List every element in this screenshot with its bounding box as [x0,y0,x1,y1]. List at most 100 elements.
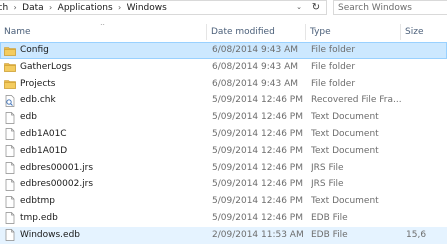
column-header-type-label: Type [310,27,331,37]
file-row[interactable]: edbres00002.jrs 5/09/2014 12:46 PM JRS F… [0,176,447,193]
file-date: 5/09/2014 12:46 PM [212,112,303,123]
file-name-cell: GatherLogs [4,60,204,75]
refresh-icon[interactable]: ↻ [308,1,324,14]
file-date: 6/08/2014 9:43 AM [212,45,299,55]
column-header-date-label: Date modified [211,27,275,37]
file-name-cell: edb1A01D [4,144,204,159]
file-row[interactable]: Projects 6/08/2014 9:43 AM File folder [0,76,447,93]
file-name-cell: edbres00002.jrs [4,177,204,192]
file-name: edb1A01C [20,128,67,139]
breadcrumb-separator-icon[interactable]: › [9,3,21,12]
file-name: Windows.edb [20,229,80,240]
folder-icon [4,61,16,73]
file-date: 5/09/2014 12:46 PM [212,95,303,106]
file-row[interactable]: GatherLogs 6/08/2014 9:43 AM File folder [0,59,447,76]
file-name-cell: edbtmp [4,194,204,209]
file-type: Text Document [311,112,379,123]
file-row[interactable]: edb1A01C 5/09/2014 12:46 PM Text Documen… [0,126,447,143]
file-date: 2/09/2014 11:53 AM [212,229,304,240]
file-size [406,127,447,142]
file-row[interactable]: edb1A01D 5/09/2014 12:46 PM Text Documen… [0,143,447,160]
file-icon [4,111,16,124]
file-row[interactable]: edb.chk 5/09/2014 12:46 PM Recovered Fil… [0,92,447,109]
file-date: 6/08/2014 9:43 AM [212,78,299,89]
breadcrumb-applications[interactable]: Applications [57,1,114,14]
file-date: 5/09/2014 12:46 PM [212,162,303,173]
address-row: rch › Data › Applications › Windows ⌄ ↻ [0,0,447,17]
file-name-cell: Config [4,43,204,58]
breadcrumb-windows[interactable]: Windows [126,1,168,14]
file-type: Recovered File Fra... [311,95,402,106]
file-size [406,110,447,125]
column-header-date-modified[interactable]: Date modified [207,24,306,40]
file-row[interactable]: edbtmp 5/09/2014 12:46 PM Text Document [0,193,447,210]
column-header-type[interactable]: Type [306,24,401,40]
file-row[interactable]: tmp.edb 5/09/2014 12:46 PM EDB File [0,210,447,227]
file-icon [4,145,16,158]
file-size [406,77,447,92]
file-date: 5/09/2014 12:46 PM [212,145,303,156]
column-header: Name ^ Date modified Type Size [0,24,447,40]
file-size [406,60,447,75]
file-date: 5/09/2014 12:46 PM [212,128,303,139]
search-box[interactable] [333,0,447,15]
file-list: Config 6/08/2014 9:43 AM File folder Gat… [0,42,447,244]
file-icon [4,179,16,191]
file-name-cell: edbres00001.jrs [4,161,204,176]
address-bar[interactable]: rch › Data › Applications › Windows ⌄ ↻ [0,0,327,15]
file-icon [4,212,16,225]
file-row[interactable]: edb 5/09/2014 12:46 PM Text Document [0,109,447,126]
file-icon [4,128,16,141]
file-name-cell: edb.chk [4,93,204,108]
file-size [406,211,447,226]
file-date: 5/09/2014 12:46 PM [212,179,303,190]
file-name: edbtmp [20,196,55,207]
file-icon [4,229,16,242]
address-history-dropdown-icon[interactable]: ⌄ [292,1,306,14]
file-type: Text Document [311,128,379,139]
column-header-size[interactable]: Size [401,24,447,40]
breadcrumb-data[interactable]: Data [21,1,45,14]
file-icon [4,162,16,174]
file-row[interactable]: edbres00001.jrs 5/09/2014 12:46 PM JRS F… [0,160,447,177]
file-size [406,43,447,58]
file-name-cell: Projects [4,77,204,92]
search-input[interactable] [338,2,446,13]
file-explorer-window: rch › Data › Applications › Windows ⌄ ↻ … [0,0,447,251]
file-name: tmp.edb [20,212,58,223]
column-header-name[interactable]: Name ^ [0,24,207,40]
file-name: edb [20,112,37,123]
file-size: 15,6 [406,229,427,240]
column-header-size-label: Size [405,27,424,37]
column-header-name-label: Name [4,27,31,37]
file-row[interactable]: Windows.edb 2/09/2014 11:53 AM EDB File … [0,226,447,244]
file-row[interactable]: Config 6/08/2014 9:43 AM File folder [0,42,447,59]
chk-file-icon [4,95,16,107]
file-type: JRS File [311,162,344,173]
file-type: EDB File [311,229,348,240]
file-date: 5/09/2014 12:46 PM [212,196,303,207]
file-name: edb.chk [20,95,56,106]
file-date: 6/08/2014 9:43 AM [212,61,299,72]
file-type: File folder [311,61,356,72]
file-size [406,161,447,176]
folder-icon [4,78,16,90]
breadcrumb-separator-icon[interactable]: › [45,3,57,12]
file-size [406,93,447,108]
file-name-cell: tmp.edb [4,211,204,226]
breadcrumb-search[interactable]: rch [0,1,9,14]
breadcrumb-separator-icon[interactable]: › [114,3,126,12]
file-icon [4,195,16,208]
folder-icon [4,45,16,57]
file-name-cell: edb [4,110,204,125]
file-name: Config [20,45,49,55]
file-size [406,194,447,209]
file-type: Text Document [311,196,379,207]
file-type: File folder [311,78,356,89]
file-size [406,144,447,159]
file-name: edb1A01D [20,145,68,156]
file-name: edbres00002.jrs [20,179,94,190]
file-size [406,177,447,192]
file-type: JRS File [311,179,344,190]
file-name-cell: Windows.edb [4,228,204,243]
